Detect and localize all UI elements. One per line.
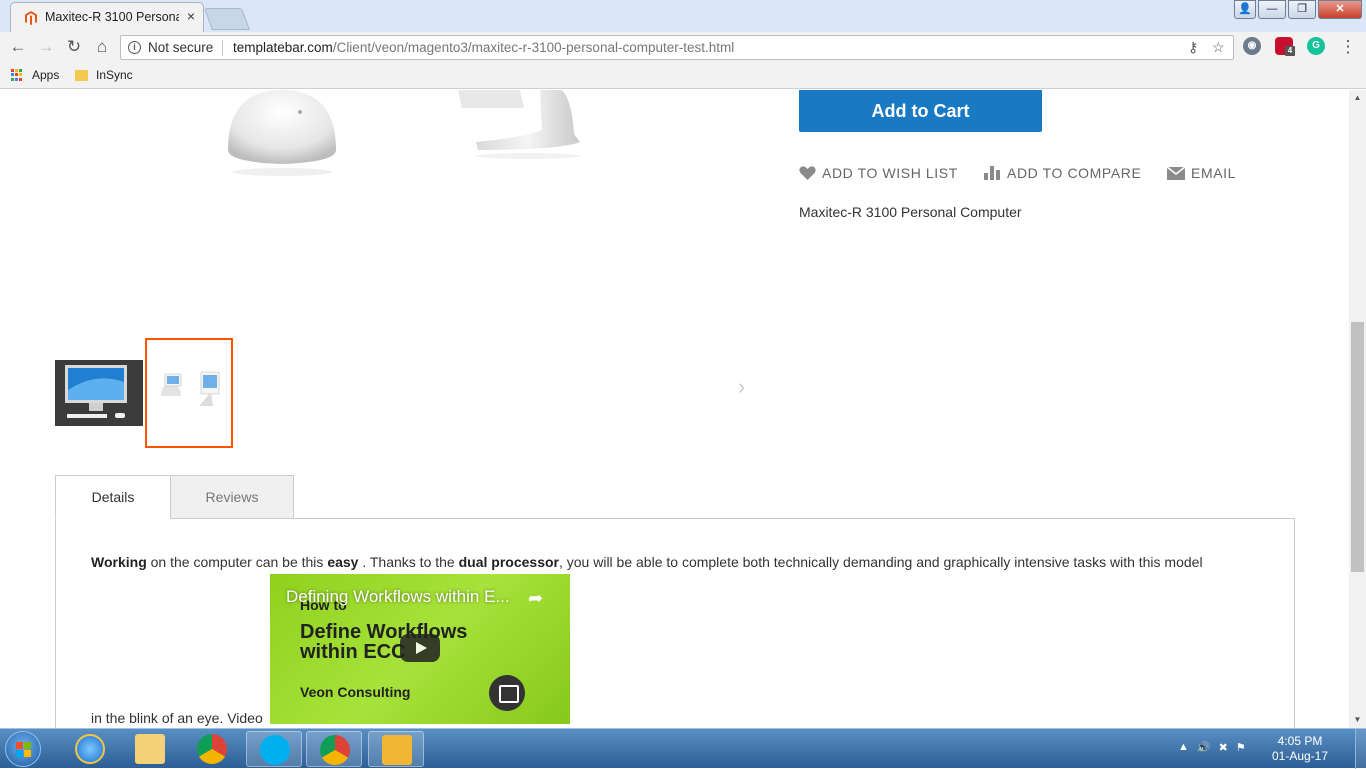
details-description: Working on the computer can be this easy… xyxy=(91,554,1203,570)
page-scrollbar[interactable]: ▲ ▼ xyxy=(1349,90,1366,728)
folder-icon xyxy=(75,69,88,81)
tab-close-icon[interactable]: × xyxy=(183,8,199,24)
apps-grid-icon xyxy=(11,69,23,81)
url-host: templatebar.com xyxy=(233,40,333,55)
tab-details[interactable]: Details xyxy=(55,475,171,519)
product-main-image[interactable] xyxy=(0,90,780,190)
product-short-description: Maxitec-R 3100 Personal Computer xyxy=(799,204,1022,220)
gallery-thumbnail-1[interactable] xyxy=(55,360,143,426)
info-icon[interactable]: i xyxy=(128,41,141,54)
magento-icon xyxy=(25,11,37,25)
network-error-icon[interactable]: ✖ xyxy=(1219,741,1228,754)
bookmark-apps-label: Apps xyxy=(32,68,60,82)
url-text[interactable]: templatebar.com/Client/veon/magento3/max… xyxy=(233,40,734,55)
adblock-badge: 4 xyxy=(1285,46,1295,56)
desc-bold-dual-processor: dual processor xyxy=(458,554,559,570)
email-link[interactable]: EMAIL xyxy=(1167,164,1236,182)
taskbar-clock[interactable]: 4:05 PM 01-Aug-17 xyxy=(1270,734,1330,764)
desc-bold-easy: easy xyxy=(327,554,359,570)
scroll-up-arrow-icon[interactable]: ▲ xyxy=(1349,90,1366,106)
system-tray: ▲ 🔊 ✖ ⚑ xyxy=(1178,741,1246,754)
video-headline: Define Workflows within ECC xyxy=(300,621,468,663)
internet-explorer-icon xyxy=(75,734,105,764)
browser-tab[interactable]: Maxitec-R 3100 Personal Computer × xyxy=(10,2,204,32)
taskbar-explorer[interactable] xyxy=(122,731,178,767)
channel-logo-icon[interactable] xyxy=(489,675,525,711)
compare-bars-icon xyxy=(984,166,1000,180)
close-window-button[interactable]: ✕ xyxy=(1318,0,1362,19)
details-tab-panel xyxy=(55,518,1295,728)
bookmark-apps[interactable]: Apps xyxy=(11,68,59,82)
embedded-video-player[interactable]: How to Define Workflows within ECC Defin… xyxy=(270,574,570,724)
compare-label: ADD TO COMPARE xyxy=(1007,165,1142,181)
clock-time: 4:05 PM xyxy=(1277,734,1323,748)
key-icon[interactable]: ⚷ xyxy=(1188,39,1198,56)
bookmark-star-icon[interactable]: ☆ xyxy=(1212,39,1225,56)
tab-reviews[interactable]: Reviews xyxy=(170,475,294,519)
video-title[interactable]: Defining Workflows within E... xyxy=(286,587,510,607)
bookmark-insync[interactable]: InSync xyxy=(75,68,133,82)
show-desktop-button[interactable] xyxy=(1355,729,1366,769)
desc-text-2: . Thanks to the xyxy=(358,554,459,570)
maximize-button[interactable]: ❐ xyxy=(1288,0,1316,19)
taskbar-skype[interactable] xyxy=(246,731,302,767)
add-to-wishlist-link[interactable]: ADD TO WISH LIST xyxy=(799,164,958,182)
new-tab-button[interactable] xyxy=(203,8,251,30)
video-brand: Veon Consulting xyxy=(300,684,411,700)
folder-explorer-icon xyxy=(135,734,165,764)
reload-icon[interactable]: ↻ xyxy=(63,37,85,57)
desc-text-1: on the computer can be this xyxy=(146,554,328,570)
chrome-icon xyxy=(197,734,227,764)
taskbar-ie[interactable] xyxy=(62,731,118,767)
share-arrow-icon[interactable]: ➦ xyxy=(528,588,543,609)
gallery-thumbnail-2-selected[interactable] xyxy=(145,338,233,448)
details-description-tail: in the blink of an eye. Video xyxy=(91,710,263,726)
desc-bold-working: Working xyxy=(91,554,147,570)
action-center-icon[interactable]: ⚑ xyxy=(1236,741,1246,754)
browser-titlebar: Maxitec-R 3100 Personal Computer × 👤 — ❐… xyxy=(0,0,1366,32)
security-label[interactable]: Not secure xyxy=(148,40,213,55)
heart-icon xyxy=(799,165,816,180)
add-to-compare-link[interactable]: ADD TO COMPARE xyxy=(984,164,1141,182)
add-to-cart-button[interactable]: Add to Cart xyxy=(799,90,1042,132)
gallery-next-arrow-icon[interactable]: › xyxy=(738,374,745,400)
windows-taskbar: ▲ 🔊 ✖ ⚑ 4:05 PM 01-Aug-17 xyxy=(0,728,1366,769)
address-bar[interactable]: i Not secure templatebar.com/Client/veon… xyxy=(120,35,1234,60)
email-label: EMAIL xyxy=(1191,165,1237,181)
start-button[interactable] xyxy=(5,731,41,767)
app-window-icon xyxy=(382,735,412,765)
taskbar-chrome-2[interactable] xyxy=(306,731,362,767)
bookmarks-bar: Apps InSync xyxy=(0,62,1366,89)
skype-icon xyxy=(260,735,290,765)
desc-text-3: , you will be able to complete both tech… xyxy=(558,554,1203,570)
wishlist-label: ADD TO WISH LIST xyxy=(822,165,958,181)
play-button-icon[interactable] xyxy=(400,634,440,662)
scrollbar-thumb[interactable] xyxy=(1351,322,1364,572)
eye-extension-icon[interactable]: ◉ xyxy=(1243,37,1261,55)
window-controls: 👤 — ❐ ✕ xyxy=(1232,0,1362,20)
envelope-icon xyxy=(1167,166,1185,180)
scroll-down-arrow-icon[interactable]: ▼ xyxy=(1349,712,1366,728)
adblock-extension-icon[interactable]: 4 xyxy=(1275,37,1295,56)
back-arrow-icon[interactable]: ← xyxy=(7,37,29,57)
taskbar-app[interactable] xyxy=(368,731,424,767)
bookmark-insync-label: InSync xyxy=(96,68,133,82)
chrome-menu-icon[interactable]: ⋮ xyxy=(1337,37,1359,57)
taskbar-chrome-1[interactable] xyxy=(184,731,240,767)
chrome-icon xyxy=(320,735,350,765)
home-icon[interactable]: ⌂ xyxy=(91,37,113,57)
forward-arrow-icon[interactable]: → xyxy=(35,37,57,57)
volume-icon[interactable]: 🔊 xyxy=(1197,741,1211,754)
tab-title: Maxitec-R 3100 Personal Computer xyxy=(45,10,179,24)
omnibox-divider xyxy=(222,40,223,56)
minimize-button[interactable]: — xyxy=(1258,0,1286,19)
profile-button[interactable]: 👤 xyxy=(1234,0,1256,19)
grammarly-icon[interactable]: G xyxy=(1307,37,1325,55)
tray-expand-icon[interactable]: ▲ xyxy=(1178,741,1189,754)
clock-date: 01-Aug-17 xyxy=(1271,749,1329,763)
url-path: /Client/veon/magento3/maxitec-r-3100-per… xyxy=(332,40,735,55)
browser-toolbar: ← → ↻ ⌂ i Not secure templatebar.com/Cli… xyxy=(0,32,1366,62)
page-viewport: Add to Cart ADD TO WISH LIST ADD TO COMP… xyxy=(0,90,1349,728)
